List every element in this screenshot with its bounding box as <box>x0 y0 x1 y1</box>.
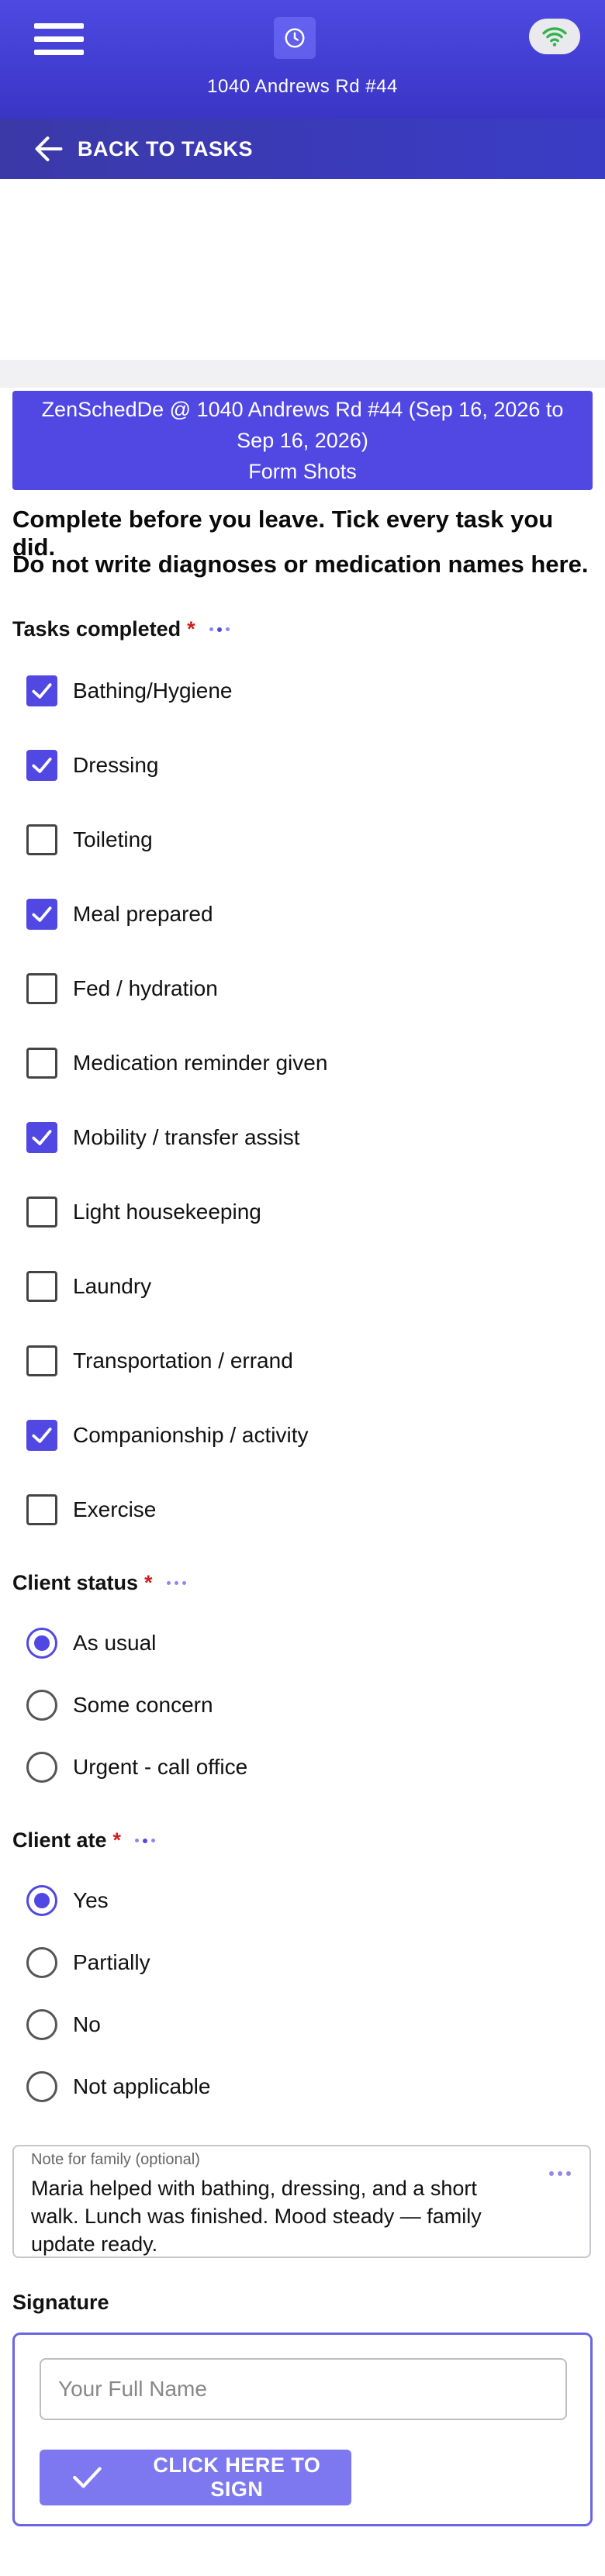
family-note-label: Note for family (optional) <box>31 2151 200 2168</box>
radio-option-row[interactable]: Not applicable <box>26 2067 210 2106</box>
radio-option-label: As usual <box>73 1631 157 1655</box>
visit-title: ZenSchedDe @ 1040 Andrews Rd #44 (Sep 16… <box>41 398 564 452</box>
wifi-status[interactable] <box>529 19 580 54</box>
back-label: BACK TO TASKS <box>78 136 254 161</box>
task-label: Bathing/Hygiene <box>73 679 233 703</box>
task-checkbox-row[interactable]: Light housekeeping <box>26 1193 261 1231</box>
checkbox-checked-icon[interactable] <box>26 750 57 781</box>
wifi-icon <box>542 27 567 47</box>
sign-button-label: CLICK HERE TO SIGN <box>153 2453 321 2501</box>
tasks-label-text: Tasks completed <box>12 617 182 641</box>
checkbox-unchecked-icon[interactable] <box>26 1048 57 1079</box>
blank-area <box>0 179 605 360</box>
radio-option-label: Partially <box>73 1950 150 1974</box>
task-checkbox-row[interactable]: Laundry <box>26 1267 151 1306</box>
required-mark: * <box>112 1828 122 1852</box>
signature-label: Signature <box>12 2291 109 2314</box>
back-to-tasks-button[interactable]: BACK TO TASKS <box>0 119 605 179</box>
radio-option-label: Not applicable <box>73 2074 211 2098</box>
check-icon <box>73 2467 102 2488</box>
client-status-label-text: Client status <box>12 1571 139 1594</box>
task-checkbox-row[interactable]: Transportation / errand <box>26 1342 293 1380</box>
task-label: Light housekeeping <box>73 1200 261 1224</box>
instruction-line-2: Do not write diagnoses or medication nam… <box>12 551 589 578</box>
hamburger-menu-icon[interactable] <box>34 23 84 55</box>
checkbox-unchecked-icon[interactable] <box>26 824 57 855</box>
radio-unselected-icon[interactable] <box>26 2009 57 2040</box>
radio-option-row[interactable]: Partially <box>26 1943 150 1982</box>
task-label: Transportation / errand <box>73 1348 293 1373</box>
task-label: Toileting <box>73 827 153 851</box>
sign-button[interactable]: CLICK HERE TO SIGN <box>40 2450 351 2505</box>
task-checkbox-row[interactable]: Companionship / activity <box>26 1416 308 1455</box>
task-label: Mobility / transfer assist <box>73 1125 300 1149</box>
checkbox-checked-icon[interactable] <box>26 675 57 706</box>
visit-banner: ZenSchedDe @ 1040 Andrews Rd #44 (Sep 16… <box>12 391 593 490</box>
task-label: Laundry <box>73 1274 152 1298</box>
radio-option-row[interactable]: No <box>26 2005 101 2044</box>
radio-option-label: Yes <box>73 1888 109 1912</box>
clock-icon[interactable] <box>274 17 316 59</box>
family-note-text[interactable]: Maria helped with bathing, dressing, and… <box>31 2174 527 2258</box>
radio-option-row[interactable]: Urgent - call office <box>26 1748 247 1787</box>
signature-panel: CLICK HERE TO SIGN <box>12 2333 593 2526</box>
radio-option-row[interactable]: Yes <box>26 1881 109 1920</box>
checkbox-unchecked-icon[interactable] <box>26 1494 57 1525</box>
task-checkbox-row[interactable]: Dressing <box>26 746 158 785</box>
task-checkbox-row[interactable]: Toileting <box>26 820 153 859</box>
checkbox-unchecked-icon[interactable] <box>26 1271 57 1302</box>
task-checkbox-row[interactable]: Exercise <box>26 1490 156 1529</box>
app-bar: 1040 Andrews Rd #44 <box>0 0 605 119</box>
radio-option-label: No <box>73 2012 101 2036</box>
task-label: Dressing <box>73 753 159 777</box>
task-checkbox-row[interactable]: Meal prepared <box>26 895 213 934</box>
checkbox-unchecked-icon[interactable] <box>26 1196 57 1228</box>
loading-dots-icon <box>135 1838 156 1843</box>
checkbox-checked-icon[interactable] <box>26 899 57 930</box>
loading-dots-icon <box>166 1581 186 1585</box>
radio-unselected-icon[interactable] <box>26 1690 57 1721</box>
task-label: Companionship / activity <box>73 1423 309 1447</box>
loading-dots-icon <box>209 627 230 632</box>
radio-selected-icon[interactable] <box>26 1885 57 1916</box>
radio-selected-icon[interactable] <box>26 1628 57 1659</box>
full-name-input[interactable] <box>40 2358 567 2420</box>
radio-option-row[interactable]: As usual <box>26 1624 156 1663</box>
task-label: Meal prepared <box>73 902 213 926</box>
radio-option-row[interactable]: Some concern <box>26 1686 213 1725</box>
back-arrow-icon <box>35 136 63 161</box>
radio-unselected-icon[interactable] <box>26 2071 57 2102</box>
task-checkbox-row[interactable]: Bathing/Hygiene <box>26 672 232 710</box>
tasks-label: Tasks completed * <box>12 617 230 641</box>
radio-unselected-icon[interactable] <box>26 1947 57 1978</box>
task-label: Exercise <box>73 1497 157 1521</box>
checkbox-checked-icon[interactable] <box>26 1122 57 1153</box>
more-options-icon[interactable] <box>549 2171 571 2176</box>
required-mark: * <box>187 617 195 641</box>
task-checkbox-row[interactable]: Fed / hydration <box>26 969 218 1008</box>
task-label: Fed / hydration <box>73 976 218 1000</box>
task-checkbox-row[interactable]: Medication reminder given <box>26 1044 327 1083</box>
checkbox-unchecked-icon[interactable] <box>26 1345 57 1376</box>
divider-band <box>0 360 605 388</box>
client-ate-label-text: Client ate <box>12 1828 107 1852</box>
client-ate-label: Client ate * <box>12 1828 156 1853</box>
header-address: 1040 Andrews Rd #44 <box>207 76 398 97</box>
client-status-label: Client status * <box>12 1571 186 1595</box>
checkbox-checked-icon[interactable] <box>26 1420 57 1451</box>
checkbox-unchecked-icon[interactable] <box>26 973 57 1004</box>
visit-subtitle: Form Shots <box>248 460 357 483</box>
required-mark: * <box>144 1571 153 1594</box>
task-checkbox-row[interactable]: Mobility / transfer assist <box>26 1118 300 1157</box>
radio-unselected-icon[interactable] <box>26 1752 57 1783</box>
family-note-field[interactable]: Note for family (optional) Maria helped … <box>12 2145 591 2258</box>
task-label: Medication reminder given <box>73 1051 328 1075</box>
radio-option-label: Some concern <box>73 1693 213 1717</box>
radio-option-label: Urgent - call office <box>73 1755 248 1779</box>
